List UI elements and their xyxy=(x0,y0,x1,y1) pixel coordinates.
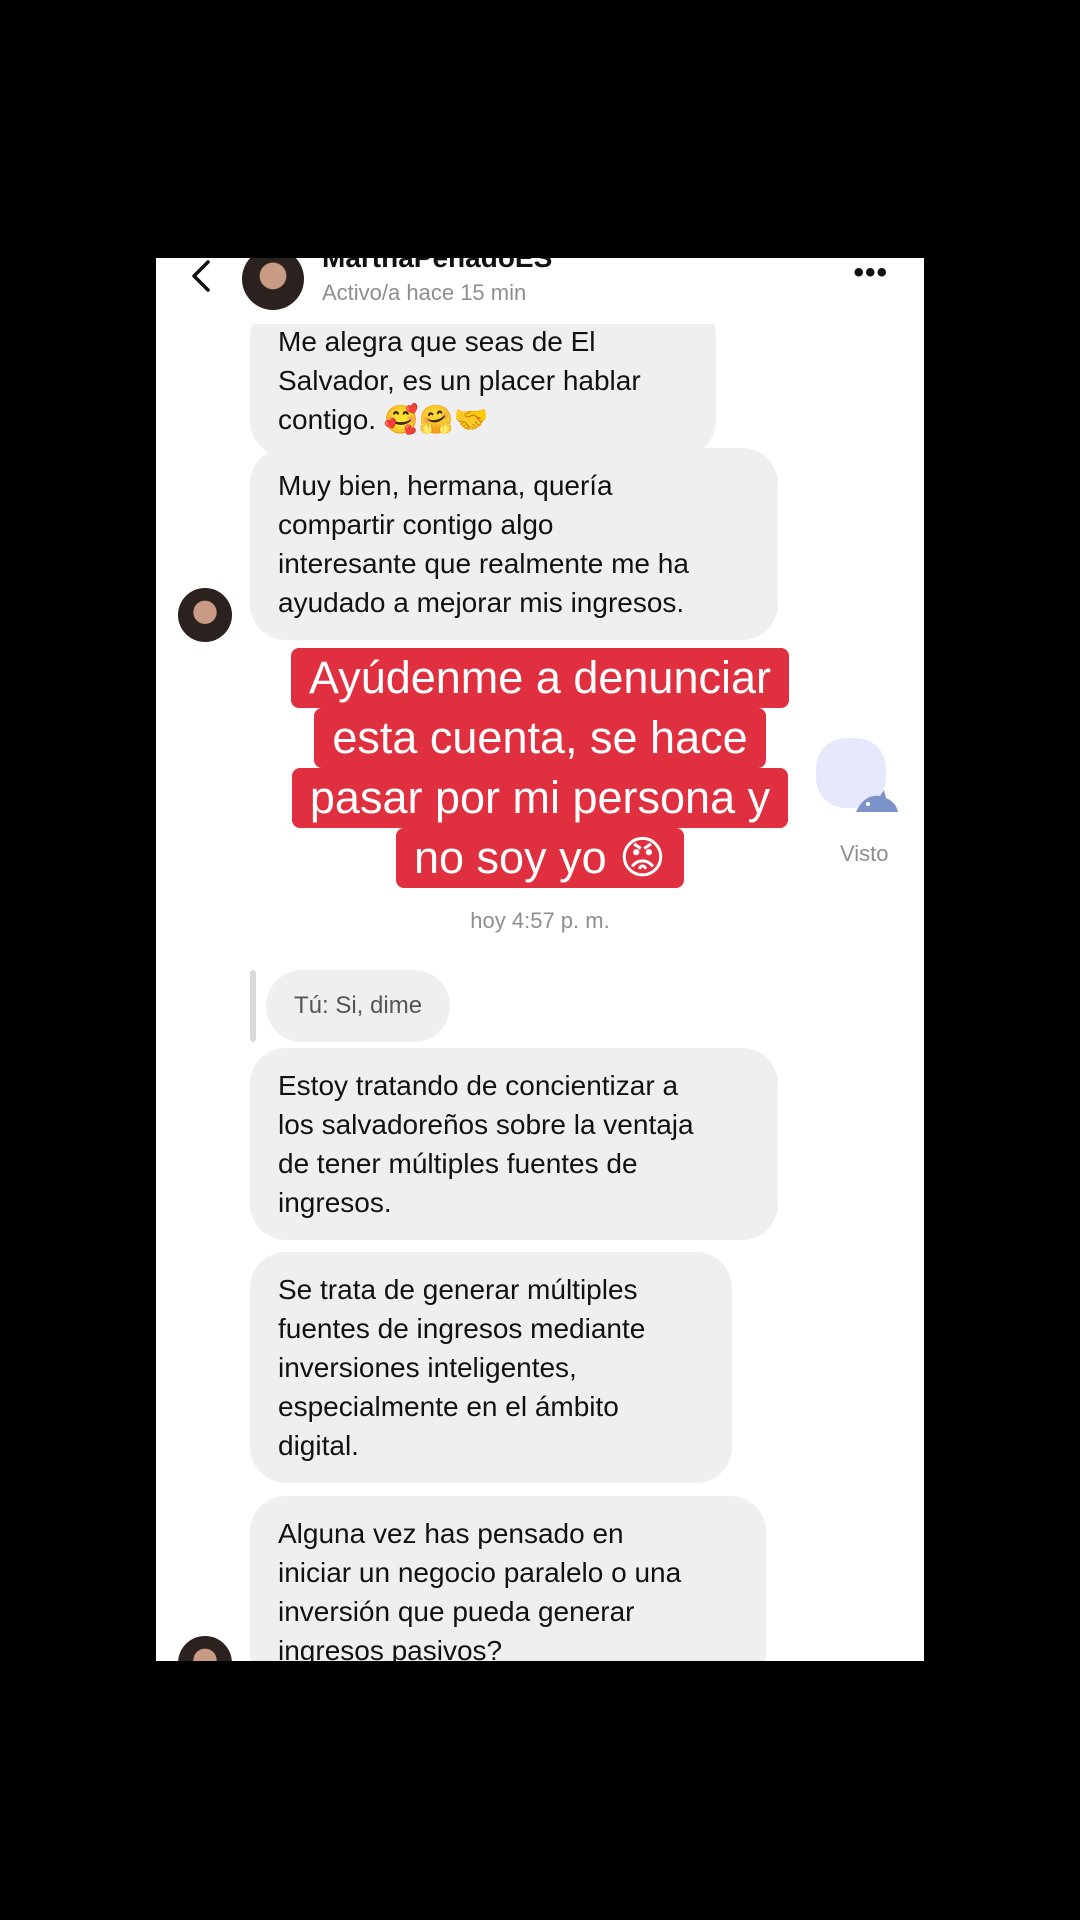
contact-avatar[interactable] xyxy=(178,1636,232,1661)
message-text: Me alegra que seas de El Salvador, es un… xyxy=(278,326,641,435)
chat-screen: Me alegra que seas de El Salvador, es un… xyxy=(156,258,924,1661)
chat-header: MarthaPeñadoES Activo/a hace 15 min ••• xyxy=(156,258,924,324)
message-text: Estoy tratando de concientizar a los sal… xyxy=(278,1070,694,1218)
message-bubble: Alguna vez has pensado en iniciar un neg… xyxy=(250,1496,766,1661)
message-text: Se trata de generar múltiples fuentes de… xyxy=(278,1274,646,1461)
more-options-icon[interactable]: ••• xyxy=(853,258,888,288)
contact-avatar[interactable] xyxy=(242,258,304,310)
reply-quote[interactable]: Tú: Si, dime xyxy=(266,970,451,1042)
message-bubble: Muy bien, hermana, quería compartir cont… xyxy=(250,448,778,640)
message-bubble: Se trata de generar múltiples fuentes de… xyxy=(250,1252,732,1483)
contact-status: Activo/a hace 15 min xyxy=(322,280,527,305)
back-arrow-icon[interactable] xyxy=(178,258,226,300)
caption-line: no soy yo 😡 xyxy=(395,828,685,888)
contact-avatar[interactable] xyxy=(178,588,232,642)
message-timestamp: hoy 4:57 p. m. xyxy=(470,908,610,933)
caption-line: esta cuenta, se hace xyxy=(314,708,766,768)
message-text: Alguna vez has pensado en iniciar un neg… xyxy=(278,1518,682,1661)
caption-overlay: Ayúdenme a denunciar esta cuenta, se hac… xyxy=(0,648,1080,888)
message-bubble: Estoy tratando de concientizar a los sal… xyxy=(250,1048,778,1240)
caption-line: pasar por mi persona y xyxy=(291,768,789,828)
caption-line: Ayúdenme a denunciar xyxy=(291,648,789,708)
reply-quote-bar xyxy=(250,970,256,1042)
message-text: Muy bien, hermana, quería compartir cont… xyxy=(278,470,689,618)
contact-name[interactable]: MarthaPeñadoES xyxy=(322,258,552,274)
